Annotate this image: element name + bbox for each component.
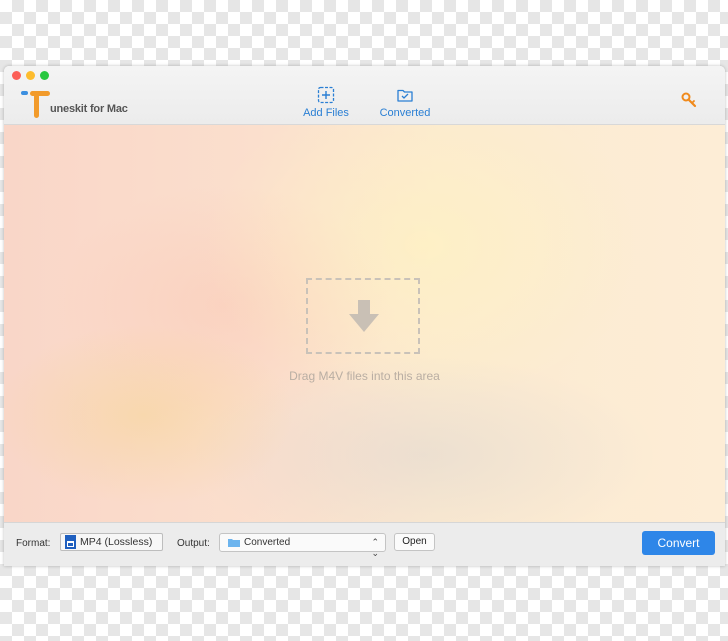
convert-button[interactable]: Convert — [642, 531, 715, 555]
format-label: Format: — [16, 538, 51, 549]
drop-hint-text: Drag M4V files into this area — [289, 369, 440, 383]
output-folder-select[interactable]: Converted ⌃ ⌄ — [219, 533, 386, 558]
title-bar: uneskit for Mac Add Files Converted — [4, 66, 725, 125]
folder-icon — [397, 89, 413, 102]
converted-button[interactable]: Converted — [377, 86, 433, 119]
mp4-file-icon — [65, 535, 76, 549]
minimize-window-button[interactable] — [26, 71, 35, 80]
download-arrow-icon — [349, 300, 379, 332]
drop-target-box[interactable] — [306, 278, 420, 354]
close-window-button[interactable] — [12, 71, 21, 80]
add-files-label: Add Files — [303, 107, 349, 119]
up-down-chevron-icon: ⌃ ⌄ — [371, 537, 379, 558]
tuneskit-logo-icon — [21, 91, 50, 118]
app-name: uneskit for Mac — [50, 103, 128, 115]
converted-label: Converted — [379, 107, 431, 119]
add-files-button[interactable]: Add Files — [300, 86, 352, 119]
bottom-bar: Format: MP4 (Lossless) Output: Converted… — [4, 522, 725, 566]
key-icon[interactable] — [681, 92, 697, 108]
open-button[interactable]: Open — [394, 533, 435, 551]
maximize-window-button[interactable] — [40, 71, 49, 80]
app-window: uneskit for Mac Add Files Converted Drag… — [4, 66, 725, 566]
format-selector[interactable]: MP4 (Lossless) — [60, 533, 163, 551]
drop-area[interactable]: Drag M4V files into this area — [4, 125, 725, 522]
output-label: Output: — [177, 538, 210, 549]
folder-icon — [228, 539, 240, 547]
format-value: MP4 (Lossless) — [80, 536, 153, 548]
add-files-icon — [317, 86, 335, 104]
output-value: Converted — [244, 537, 291, 548]
app-logo: uneskit for Mac — [20, 88, 128, 118]
